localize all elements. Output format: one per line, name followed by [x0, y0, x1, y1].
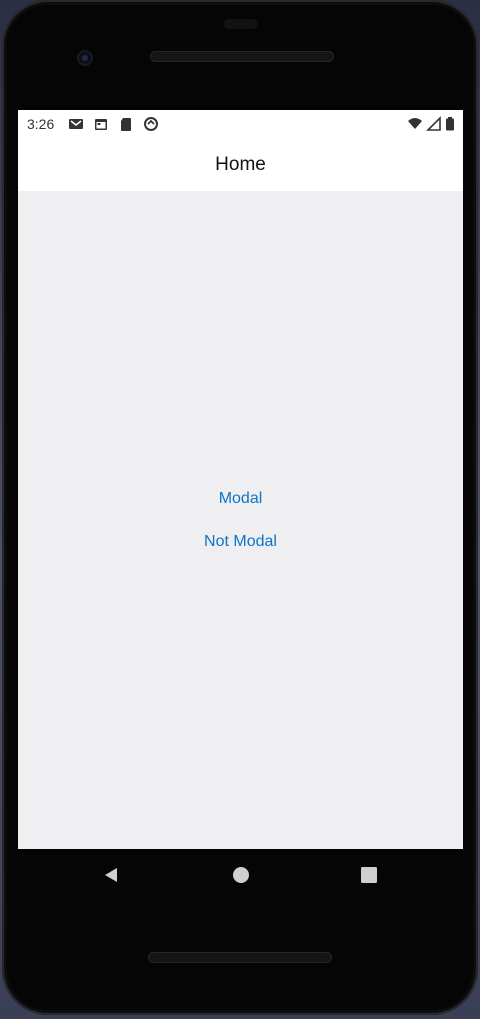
notification-icons [68, 116, 159, 132]
status-bar: 3:26 [18, 110, 463, 138]
cell-signal-icon [426, 116, 441, 131]
system-navigation [18, 849, 463, 901]
not-modal-link[interactable]: Not Modal [18, 533, 463, 551]
navigation-bar: Home [18, 138, 463, 191]
page-title: Home [215, 154, 266, 175]
home-icon[interactable] [231, 865, 251, 885]
sync-icon [144, 117, 158, 131]
wifi-icon [408, 118, 422, 129]
app-screen: 3:26 Home Modal Not Modal [18, 110, 463, 849]
calendar-icon [95, 119, 107, 130]
modal-link[interactable]: Modal [18, 490, 463, 508]
back-icon[interactable] [102, 865, 122, 885]
status-time: 3:26 [27, 116, 55, 132]
front-camera [77, 50, 93, 66]
battery-icon [446, 117, 454, 131]
recents-icon[interactable] [359, 865, 379, 885]
top-speaker [150, 51, 334, 62]
gmail-icon [69, 119, 83, 129]
system-status-icons [407, 116, 455, 132]
bottom-speaker [148, 952, 332, 963]
top-sensor [224, 19, 258, 29]
sd-card-icon [121, 118, 131, 131]
